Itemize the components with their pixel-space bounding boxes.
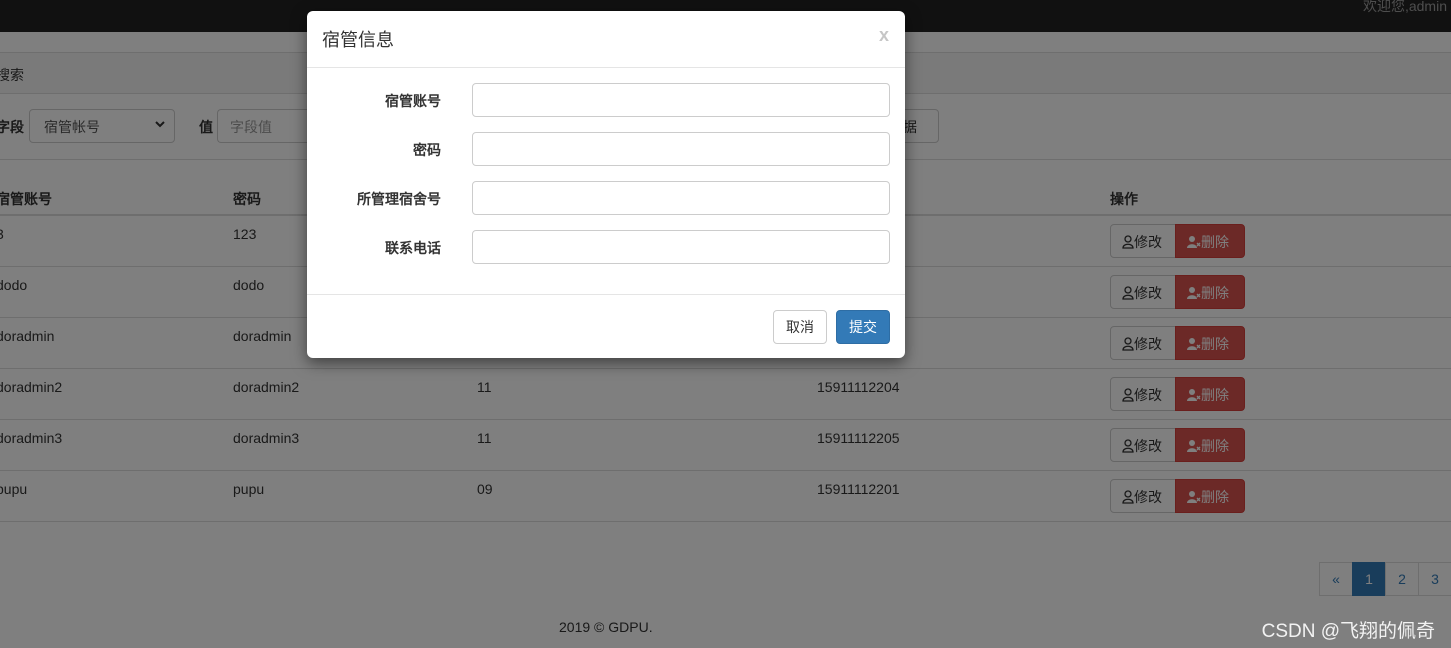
modal-title: 宿管信息 xyxy=(322,30,394,50)
account-label: 宿管账号 xyxy=(385,93,441,109)
phone-input[interactable] xyxy=(472,230,890,264)
account-input[interactable] xyxy=(472,83,890,117)
modal-footer: 取消 提交 xyxy=(307,294,905,358)
dorm-input[interactable] xyxy=(472,181,890,215)
dorm-admin-modal: 宿管信息 x 宿管账号 密码 所管理宿舍号 联系电话 取消 提交 xyxy=(307,11,905,358)
modal-header: 宿管信息 x xyxy=(307,11,905,68)
password-label: 密码 xyxy=(413,142,441,158)
watermark: CSDN @飞翔的佩奇 xyxy=(1261,621,1435,642)
close-icon[interactable]: x xyxy=(879,25,889,46)
dorm-label: 所管理宿舍号 xyxy=(357,191,441,207)
form-row-account: 宿管账号 xyxy=(307,83,905,117)
cancel-button[interactable]: 取消 xyxy=(773,310,827,344)
phone-label: 联系电话 xyxy=(385,240,441,256)
form-row-phone: 联系电话 xyxy=(307,230,905,264)
form-row-password: 密码 xyxy=(307,132,905,166)
form-row-dorm: 所管理宿舍号 xyxy=(307,181,905,215)
submit-button[interactable]: 提交 xyxy=(836,310,890,344)
password-input[interactable] xyxy=(472,132,890,166)
